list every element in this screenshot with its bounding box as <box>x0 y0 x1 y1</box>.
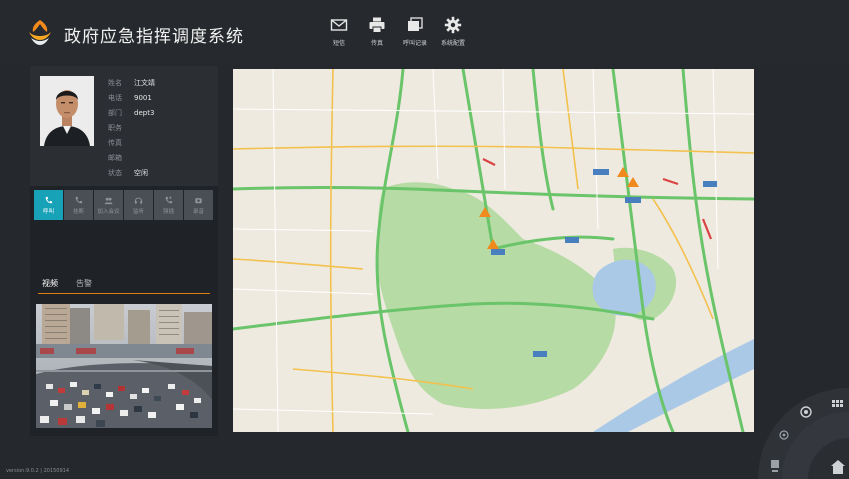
system-config-button[interactable]: 系统配置 <box>434 16 472 52</box>
tab-video[interactable]: 视频 <box>38 276 62 293</box>
call-action-bar: 呼叫 挂断 加入会议 监听 强插 录音 <box>34 190 214 220</box>
call-records-label: 呼叫记录 <box>402 40 427 47</box>
fax-label: 传真 <box>370 40 383 47</box>
barge-in-button[interactable]: 强插 <box>154 190 183 220</box>
field-label: 状态 <box>108 168 122 177</box>
join-meeting-button[interactable]: 加入会议 <box>94 190 123 220</box>
field-position: 职务 <box>108 120 155 135</box>
field-label: 邮箱 <box>108 153 122 162</box>
headset-icon <box>134 197 143 204</box>
fax-button[interactable]: 传真 <box>358 16 396 52</box>
contact-photo <box>40 76 94 146</box>
person-portrait-icon <box>40 76 94 146</box>
field-email: 邮箱 <box>108 150 155 165</box>
traffic-video-frame <box>36 304 212 428</box>
phone-hangup-icon <box>75 196 83 203</box>
contacts-icon[interactable] <box>771 460 779 472</box>
field-label: 部门 <box>108 108 122 117</box>
status-value: 空闲 <box>134 168 148 177</box>
media-tabs: 视频 告警 <box>38 276 210 294</box>
field-department: 部门 dept3 <box>108 105 155 120</box>
barge-in-label: 强插 <box>162 208 174 215</box>
field-value: dept3 <box>134 108 155 117</box>
field-status: 状态 空闲 <box>108 165 155 180</box>
field-label: 职务 <box>108 123 122 132</box>
call-button[interactable]: 呼叫 <box>34 190 63 220</box>
tab-alarm[interactable]: 告警 <box>72 276 96 293</box>
record-icon <box>195 197 202 203</box>
printer-icon <box>369 17 385 33</box>
video-feed[interactable] <box>36 304 212 428</box>
field-label: 传真 <box>108 138 122 147</box>
contact-card: 姓名 江文靖 电话 9001 部门 dept3 职务 传真 邮箱 状态 空闲 <box>30 66 218 186</box>
field-label: 姓名 <box>108 78 122 87</box>
sms-label: 短信 <box>332 40 345 47</box>
field-fax: 传真 <box>108 135 155 150</box>
map-view[interactable] <box>233 69 754 432</box>
record-label: 录音 <box>192 208 204 215</box>
monitor-button[interactable]: 监听 <box>124 190 153 220</box>
gear-icon <box>444 16 462 34</box>
hangup-button[interactable]: 挂断 <box>64 190 93 220</box>
hangup-button-label: 挂断 <box>72 208 84 215</box>
join-meeting-label: 加入会议 <box>97 208 120 215</box>
group-icon <box>104 197 113 204</box>
field-label: 电话 <box>108 93 122 102</box>
city-map-canvas <box>233 69 754 432</box>
contact-fields: 姓名 江文靖 电话 9001 部门 dept3 职务 传真 邮箱 状态 空闲 <box>108 75 155 180</box>
field-phone: 电话 9001 <box>108 90 155 105</box>
app-header: 政府应急指挥调度系统 短信 传真 呼叫记录 系统配置 <box>0 0 849 64</box>
monitor-label: 监听 <box>132 208 144 215</box>
records-icon <box>408 17 423 31</box>
navigation-dial[interactable] <box>758 388 849 479</box>
version-label: version:9.0.2 | 20150914 <box>6 468 70 474</box>
phone-plus-icon <box>165 195 173 203</box>
record-button[interactable]: 录音 <box>184 190 213 220</box>
phone-icon <box>45 196 53 203</box>
left-panel: 姓名 江文靖 电话 9001 部门 dept3 职务 传真 邮箱 状态 空闲 呼… <box>30 66 218 436</box>
call-records-button[interactable]: 呼叫记录 <box>396 16 434 52</box>
field-value: 江文靖 <box>134 78 155 87</box>
app-logo-icon <box>29 20 51 45</box>
mail-icon <box>330 19 348 31</box>
app-title: 政府应急指挥调度系统 <box>64 27 244 47</box>
call-button-label: 呼叫 <box>42 208 54 215</box>
field-value: 9001 <box>134 93 152 102</box>
sms-button[interactable]: 短信 <box>320 16 358 52</box>
system-config-label: 系统配置 <box>440 40 465 47</box>
field-name: 姓名 江文靖 <box>108 75 155 90</box>
main-toolbar: 短信 传真 呼叫记录 系统配置 <box>318 16 472 52</box>
